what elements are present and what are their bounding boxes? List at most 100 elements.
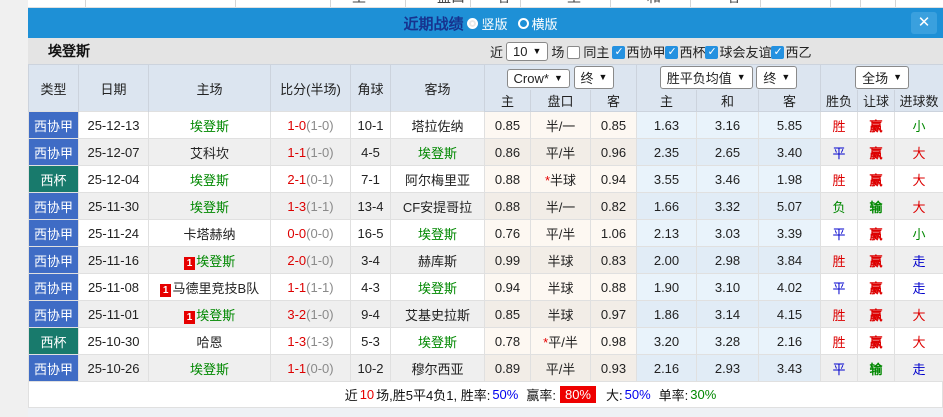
cell-home-team[interactable]: 1 埃登斯 [148, 246, 271, 274]
cell-handicap: 平/半 [530, 138, 591, 166]
league-checkbox[interactable] [705, 45, 719, 59]
cell-corner: 9-4 [350, 300, 391, 328]
cell-euro-away-odds: 5.85 [757, 111, 822, 139]
cell-handicap-result: 赢 [857, 327, 896, 355]
cell-away-team[interactable]: 塔拉佐纳 [390, 111, 485, 139]
recent-label: 近 [490, 44, 504, 60]
away-team-name: 埃登斯 [417, 280, 457, 296]
fulltime-score: 1-3 [287, 198, 307, 214]
table-row: 西杯 25-10-30 哈恩 1-3(1-3) 5-3 埃登斯 0.78 *平/… [28, 327, 943, 355]
cell-euro-away-odds: 5.07 [757, 192, 822, 220]
summary-win-rate: 50% [492, 387, 519, 402]
away-team-name: 埃登斯 [417, 145, 457, 161]
cell-away-team[interactable]: 穆尔西亚 [390, 354, 485, 382]
cell-corner: 5-3 [350, 327, 391, 355]
chevron-down-icon: ▼ [598, 72, 608, 83]
close-icon[interactable]: ✕ [911, 12, 937, 34]
cell-away-team[interactable]: 艾基史拉斯 [390, 300, 485, 328]
recent-count-select[interactable]: 10 ▼ [506, 41, 549, 61]
cell-league-type: 西协甲 [28, 300, 79, 328]
league-label: 西杯 [679, 44, 706, 60]
cell-home-team[interactable]: 哈恩 [148, 327, 271, 355]
cell-euro-home-odds: 1.90 [636, 273, 697, 301]
table-row: 西协甲 25-11-16 1 埃登斯 2-0(1-0) 3-4 赫库斯 0.99 … [28, 246, 943, 274]
sub-header-euro-home: 主 [636, 89, 697, 112]
rank-badge: 1 [159, 283, 172, 297]
background-grid-line [610, 0, 611, 7]
background-grid-line [330, 0, 331, 7]
cell-euro-draw-odds: 3.03 [696, 219, 759, 247]
background-grid-line [895, 0, 896, 7]
rank-badge: 1 [183, 256, 196, 270]
radio-horizontal-label: 横版 [531, 16, 558, 32]
cell-asian-away-odds: 0.97 [590, 300, 637, 328]
background-grid-line [85, 0, 86, 7]
cell-home-team[interactable]: 埃登斯 [148, 111, 271, 139]
summary-handicap-rate: 80% [559, 386, 596, 403]
asian-time-select[interactable]: 终 ▼ [573, 65, 615, 89]
halftime-score: (1-1) [306, 279, 334, 295]
same-home-checkbox[interactable] [567, 45, 581, 59]
cell-asian-home-odds: 0.94 [484, 273, 531, 301]
cell-goals-result: 小 [894, 111, 943, 139]
cell-away-team[interactable]: 埃登斯 [390, 273, 485, 301]
cell-score: 1-0(1-0) [270, 111, 351, 139]
cell-away-team[interactable]: 埃登斯 [390, 327, 485, 355]
cell-handicap-result: 赢 [857, 300, 896, 328]
chevron-down-icon: ▼ [781, 72, 791, 83]
euro-company-select[interactable]: 胜平负均值 ▼ [659, 65, 753, 89]
handicap-text: 半球 [550, 172, 577, 188]
col-header-score: 比分(半场) [270, 64, 351, 112]
cell-handicap-result: 赢 [857, 165, 896, 193]
cell-euro-draw-odds: 3.28 [696, 327, 759, 355]
cell-euro-draw-odds: 2.93 [696, 354, 759, 382]
fulltime-score: 1-1 [287, 360, 307, 376]
radio-horizontal-layout[interactable]: 横版 [517, 14, 558, 33]
cell-home-team[interactable]: 卡塔赫纳 [148, 219, 271, 247]
cell-score: 3-2(1-0) [270, 300, 351, 328]
cell-away-team[interactable]: 埃登斯 [390, 138, 485, 166]
cell-home-team[interactable]: 埃登斯 [148, 165, 271, 193]
cell-asian-away-odds: 0.98 [590, 327, 637, 355]
halftime-score: (1-0) [306, 252, 334, 268]
fulltime-score: 1-1 [287, 279, 307, 295]
away-team-name: 赫库斯 [417, 253, 457, 269]
asian-company-value: Crow* [513, 70, 549, 86]
cell-away-team[interactable]: CF安提哥拉 [390, 192, 485, 220]
scope-select[interactable]: 全场 ▼ [855, 65, 909, 89]
handicap-text: 半球 [547, 280, 574, 296]
games-label: 场 [551, 44, 565, 60]
cell-home-team[interactable]: 艾科坎 [148, 138, 271, 166]
cell-corner: 10-1 [350, 111, 391, 139]
halftime-score: (1-0) [306, 306, 334, 322]
league-checkbox[interactable] [612, 45, 626, 59]
cell-score: 1-1(0-0) [270, 354, 351, 382]
cell-goals-result: 走 [894, 273, 943, 301]
cell-asian-away-odds: 0.94 [590, 165, 637, 193]
table-row: 西协甲 25-10-26 埃登斯 1-1(0-0) 10-2 穆尔西亚 0.89… [28, 354, 943, 382]
cell-goals-result: 走 [894, 246, 943, 274]
cell-away-team[interactable]: 赫库斯 [390, 246, 485, 274]
cell-away-team[interactable]: 阿尔梅里亚 [390, 165, 485, 193]
away-team-name: 艾基史拉斯 [404, 307, 470, 323]
cell-home-team[interactable]: 1 马德里竞技B队 [148, 273, 271, 301]
cell-euro-away-odds: 4.15 [757, 300, 822, 328]
league-checkbox[interactable] [771, 45, 785, 59]
league-checkbox[interactable] [665, 45, 679, 59]
cell-handicap-result: 输 [857, 354, 896, 382]
radio-vertical-layout[interactable]: 竖版 [467, 14, 508, 33]
cell-date: 25-10-30 [78, 327, 149, 355]
cell-home-team[interactable]: 埃登斯 [148, 354, 271, 382]
away-team-name: 埃登斯 [417, 226, 457, 242]
euro-time-select[interactable]: 终 ▼ [756, 65, 798, 89]
cell-euro-away-odds: 4.02 [757, 273, 822, 301]
cell-home-team[interactable]: 1 埃登斯 [148, 300, 271, 328]
league-filter-group: 西协甲西杯球会友谊西乙 [612, 42, 812, 61]
cell-date: 25-10-26 [78, 354, 149, 382]
cell-result: 负 [820, 192, 859, 220]
cell-home-team[interactable]: 埃登斯 [148, 192, 271, 220]
asian-company-select[interactable]: Crow* ▼ [506, 68, 570, 88]
cell-away-team[interactable]: 埃登斯 [390, 219, 485, 247]
cell-asian-home-odds: 0.85 [484, 300, 531, 328]
cell-date: 25-12-07 [78, 138, 149, 166]
